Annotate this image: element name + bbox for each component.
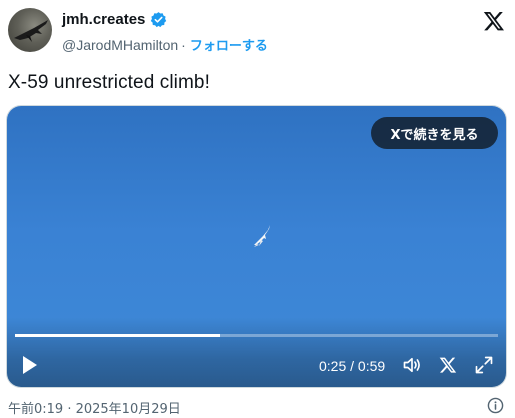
x-logo-icon[interactable] bbox=[483, 10, 505, 32]
avatar[interactable] bbox=[8, 8, 52, 52]
aircraft-in-sky bbox=[254, 225, 270, 247]
separator-dot: · bbox=[181, 36, 186, 53]
video-time: 0:25 / 0:59 bbox=[319, 358, 386, 374]
verified-badge-icon bbox=[150, 11, 167, 28]
x-logo-icon[interactable] bbox=[439, 356, 457, 374]
jet-avatar-icon bbox=[14, 20, 48, 42]
handle[interactable]: @JarodMHamilton bbox=[62, 37, 178, 53]
info-icon[interactable] bbox=[487, 397, 504, 414]
video-controls-shade bbox=[7, 317, 506, 387]
display-name[interactable]: jmh.creates bbox=[62, 11, 145, 28]
author-name-row: jmh.creates bbox=[62, 11, 167, 28]
volume-icon[interactable] bbox=[402, 355, 422, 375]
video-progress-bar[interactable] bbox=[15, 334, 498, 337]
follow-button[interactable]: フォローする bbox=[190, 35, 268, 54]
tweet-text: X-59 unrestricted climb! bbox=[8, 72, 210, 93]
tweet-timestamp[interactable]: 午前0:19 · 2025年10月29日 bbox=[8, 398, 181, 417]
handle-row: @JarodMHamilton · フォローする bbox=[62, 35, 268, 55]
fullscreen-icon[interactable] bbox=[474, 355, 494, 375]
continue-on-x-button[interactable]: Xで続きを見る bbox=[371, 117, 498, 149]
play-icon[interactable] bbox=[21, 355, 39, 375]
video-progress-fill bbox=[15, 334, 220, 337]
video-player[interactable]: Xで続きを見る 0:25 / 0:59 bbox=[7, 106, 506, 387]
